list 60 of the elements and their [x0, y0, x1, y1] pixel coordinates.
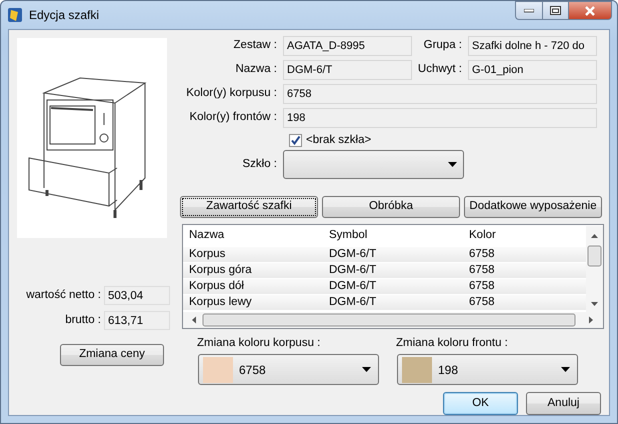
- color-label: Zmiana koloru korpusu :: [197, 336, 322, 351]
- minimize-button[interactable]: [515, 1, 542, 20]
- glass-checkbox[interactable]: [289, 134, 302, 148]
- cancel-button[interactable]: Anuluj: [526, 392, 601, 415]
- table-cell-text: Korpus góra: [188, 262, 253, 278]
- color-value: 6758: [239, 362, 266, 378]
- horizontal-scrollbar[interactable]: [183, 312, 603, 328]
- field-label: Grupa :: [422, 38, 463, 54]
- table-cell-text: Korpus dół: [188, 278, 245, 294]
- table-cell-text: Korpus lewy: [188, 294, 253, 310]
- color-value: 198: [438, 362, 458, 378]
- table-cell-text: 6758: [468, 278, 496, 294]
- field-label: Kolor(y) frontów :: [188, 110, 278, 126]
- field-value: DGM-6/T: [283, 60, 412, 80]
- field-label: Kolor(y) korpusu :: [185, 86, 278, 102]
- table-cell-text: DGM-6/T: [328, 262, 378, 278]
- table-cell-text: Korpus: [188, 246, 226, 262]
- ok-button[interactable]: OK: [443, 392, 518, 415]
- gross-value-label: brutto :: [64, 312, 102, 328]
- field-value: 198: [283, 108, 597, 128]
- tab[interactable]: Zawartość szafki: [180, 196, 318, 218]
- window-title: Edycja szafki: [29, 6, 100, 24]
- close-icon: [584, 6, 596, 16]
- table-cell-text: DGM-6/T: [328, 246, 378, 262]
- table-cell-text: 6758: [468, 262, 496, 278]
- glass-label: Szkło :: [241, 156, 278, 172]
- color-dropdown[interactable]: 6758: [198, 354, 379, 385]
- change-price-button[interactable]: Zmiana ceny: [60, 344, 164, 366]
- field-label: Uchwyt :: [416, 62, 463, 78]
- field-value: G-01_pion: [468, 60, 597, 80]
- caret-icon: [561, 367, 570, 372]
- vertical-scrollbar[interactable]: [586, 226, 603, 313]
- column-header: Kolor: [468, 228, 497, 244]
- field-label: Zestaw :: [232, 38, 278, 54]
- table-cell-text: DGM-6/T: [328, 294, 378, 310]
- table-cell-text: 6758: [468, 246, 496, 262]
- net-value-label: wartość netto :: [25, 288, 102, 303]
- column-header: Symbol: [328, 228, 368, 244]
- minimize-icon: [524, 8, 534, 12]
- no-glass-label: <brak szkła>: [306, 133, 372, 148]
- color-dropdown[interactable]: 198: [397, 354, 578, 385]
- close-button[interactable]: [568, 1, 612, 20]
- maximize-button[interactable]: [542, 1, 568, 20]
- app-icon: [7, 6, 23, 23]
- tab[interactable]: Obróbka: [322, 196, 460, 218]
- net-value-field: 503,04: [104, 286, 170, 305]
- field-value: Szafki dolne h - 720 do: [468, 36, 597, 56]
- table-cell-text: 6758: [468, 294, 496, 310]
- table-cell-text: DGM-6/T: [328, 278, 378, 294]
- tab[interactable]: Dodatkowe wyposażenie: [464, 196, 602, 218]
- gross-value-field: 613,71: [104, 310, 170, 330]
- glass-dropdown[interactable]: [283, 150, 464, 179]
- field-value: AGATA_D-8995: [283, 36, 412, 56]
- field-label: Nazwa :: [234, 62, 278, 78]
- maximize-icon: [550, 6, 561, 15]
- caret-icon: [448, 162, 457, 167]
- color-label: Zmiana koloru frontu :: [396, 336, 509, 351]
- column-header: Nazwa: [188, 228, 226, 244]
- field-value: 6758: [283, 84, 597, 104]
- caret-icon: [362, 367, 371, 372]
